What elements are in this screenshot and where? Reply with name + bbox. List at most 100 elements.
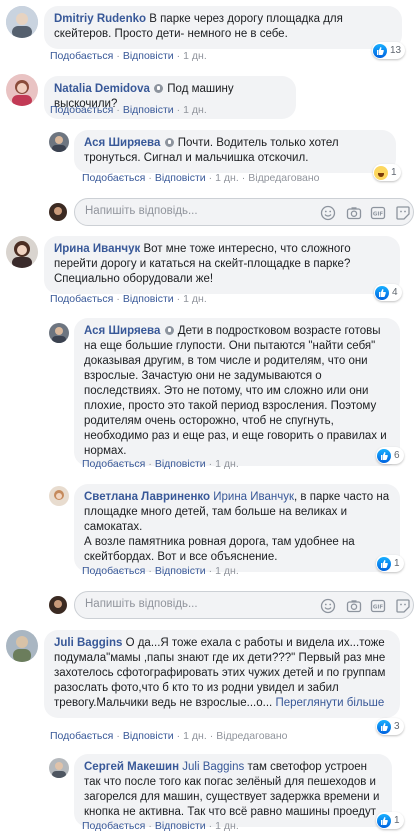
- timestamp[interactable]: 1 дн.: [183, 730, 207, 742]
- reply-bubble: Светлана Лавриненко Ирина Иванчук, в пар…: [74, 484, 400, 572]
- like-link[interactable]: Подобається: [50, 50, 113, 62]
- camera-icon[interactable]: [346, 598, 362, 614]
- reply-link[interactable]: Відповісти: [123, 293, 174, 305]
- comment-bubble: Juli Baggins О да...Я тоже ехала с работ…: [44, 630, 400, 718]
- my-avatar: [49, 203, 67, 221]
- gif-icon[interactable]: GIF: [370, 205, 386, 221]
- reply-bubble: Ася Ширяева Дети в подростковом возрасте…: [74, 318, 400, 466]
- like-link[interactable]: Подобається: [50, 104, 113, 116]
- reply-input[interactable]: [85, 205, 285, 217]
- emoji-icon[interactable]: [320, 205, 336, 221]
- avatar-photo-icon: [6, 6, 38, 38]
- reply-input-box[interactable]: GIF: [74, 591, 414, 619]
- avatar[interactable]: [6, 74, 38, 106]
- see-more-link[interactable]: Переглянути більше: [275, 697, 384, 709]
- comment-bubble: Dmitriy Rudenko В парке через дорогу пло…: [44, 6, 402, 49]
- like-link[interactable]: Подобається: [82, 458, 145, 470]
- reply-link[interactable]: Відповісти: [155, 565, 206, 577]
- reply-link[interactable]: Відповісти: [155, 820, 206, 832]
- avatar-photo-icon: [49, 596, 67, 614]
- avatar[interactable]: [49, 758, 69, 778]
- like-icon: [375, 285, 389, 300]
- timestamp[interactable]: 1 дн.: [215, 820, 239, 832]
- mention-link[interactable]: Ирина Иванчук: [213, 491, 294, 503]
- sticker-icon[interactable]: [395, 598, 411, 614]
- like-icon: [377, 719, 391, 734]
- like-icon: [377, 448, 391, 463]
- haha-icon: [374, 165, 388, 180]
- mention-link[interactable]: Juli Baggins: [182, 761, 244, 773]
- avatar-photo-icon: [49, 132, 69, 152]
- reaction-number: 1: [394, 815, 400, 826]
- reply-link[interactable]: Відповісти: [155, 458, 206, 470]
- badge-icon: [154, 84, 164, 93]
- comment-author[interactable]: Ирина Иванчук: [54, 243, 140, 255]
- svg-text:GIF: GIF: [373, 605, 384, 611]
- avatar-photo-icon: [49, 203, 67, 221]
- reaction-number: 3: [394, 721, 400, 732]
- avatar-photo-icon: [6, 236, 38, 268]
- reaction-number: 1: [391, 167, 397, 178]
- reply-link[interactable]: Відповісти: [155, 172, 206, 184]
- comment-author[interactable]: Ася Ширяева: [84, 325, 160, 337]
- sticker-icon[interactable]: [395, 205, 411, 221]
- reaction-count[interactable]: 4: [374, 284, 402, 301]
- comment-bubble: Ирина Иванчук Вот мне тоже интересно, чт…: [44, 236, 400, 294]
- svg-text:GIF: GIF: [373, 212, 384, 218]
- timestamp[interactable]: 1 дн.: [215, 458, 239, 470]
- like-link[interactable]: Подобається: [50, 730, 113, 742]
- reply-link[interactable]: Відповісти: [123, 104, 174, 116]
- avatar[interactable]: [6, 6, 38, 38]
- reply-input[interactable]: [85, 598, 285, 610]
- avatar-photo-icon: [6, 630, 38, 662]
- reaction-number: 4: [392, 287, 398, 298]
- comment-author[interactable]: Сергей Макешин: [84, 761, 179, 773]
- timestamp[interactable]: 1 дн.: [183, 104, 207, 116]
- badge-icon: [164, 138, 174, 147]
- avatar-photo-icon: [49, 486, 69, 506]
- emoji-icon[interactable]: [320, 598, 336, 614]
- comment-author[interactable]: Светлана Лавриненко: [84, 491, 210, 503]
- timestamp[interactable]: 1 дн.: [215, 565, 239, 577]
- like-icon: [373, 43, 387, 58]
- reaction-count[interactable]: 6: [376, 447, 404, 464]
- timestamp[interactable]: 1 дн.: [183, 293, 207, 305]
- comment-author[interactable]: Juli Baggins: [54, 637, 122, 649]
- like-icon: [377, 813, 391, 828]
- avatar-photo-icon: [6, 74, 38, 106]
- my-avatar: [49, 596, 67, 614]
- reaction-count[interactable]: 1: [373, 164, 401, 181]
- comment-author[interactable]: Ася Ширяева: [84, 137, 160, 149]
- avatar[interactable]: [49, 323, 69, 343]
- avatar[interactable]: [49, 132, 69, 152]
- avatar[interactable]: [6, 236, 38, 268]
- reaction-number: 6: [394, 450, 400, 461]
- reaction-count[interactable]: 3: [376, 718, 404, 735]
- reply-bubble: Сергей Макешин Juli Baggins там светофор…: [74, 754, 392, 827]
- gif-icon[interactable]: GIF: [370, 598, 386, 614]
- avatar-photo-icon: [49, 758, 69, 778]
- avatar[interactable]: [49, 486, 69, 506]
- avatar-photo-icon: [49, 323, 69, 343]
- reply-link[interactable]: Відповісти: [123, 730, 174, 742]
- comment-author[interactable]: Dmitriy Rudenko: [54, 13, 146, 25]
- like-link[interactable]: Подобається: [82, 820, 145, 832]
- reaction-count[interactable]: 1: [376, 812, 404, 829]
- comment-author[interactable]: Natalia Demidova: [54, 83, 150, 95]
- reply-link[interactable]: Відповісти: [123, 50, 174, 62]
- reply-bubble: Ася Ширяева Почти. Водитель только хотел…: [74, 130, 396, 173]
- avatar[interactable]: [6, 630, 38, 662]
- edited-label[interactable]: Відредаговано: [248, 172, 319, 184]
- timestamp[interactable]: 1 дн.: [215, 172, 239, 184]
- like-link[interactable]: Подобається: [82, 172, 145, 184]
- like-link[interactable]: Подобається: [50, 293, 113, 305]
- reaction-count[interactable]: 1: [376, 555, 404, 572]
- like-icon: [377, 556, 391, 571]
- edited-label[interactable]: Відредаговано: [216, 730, 287, 742]
- timestamp[interactable]: 1 дн.: [183, 50, 207, 62]
- reaction-count[interactable]: 13: [372, 42, 406, 59]
- camera-icon[interactable]: [346, 205, 362, 221]
- comment-text: Дети в подростковом возрасте готовы на е…: [84, 325, 387, 457]
- like-link[interactable]: Подобається: [82, 565, 145, 577]
- reply-input-box[interactable]: GIF: [74, 198, 414, 226]
